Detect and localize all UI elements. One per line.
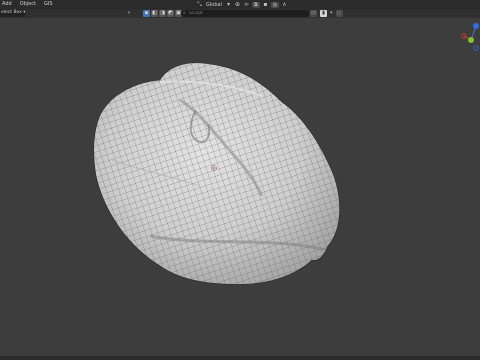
status-bar [0,356,480,360]
sculpt-mesh-viewport[interactable] [0,0,480,360]
mesh-body [93,62,340,285]
